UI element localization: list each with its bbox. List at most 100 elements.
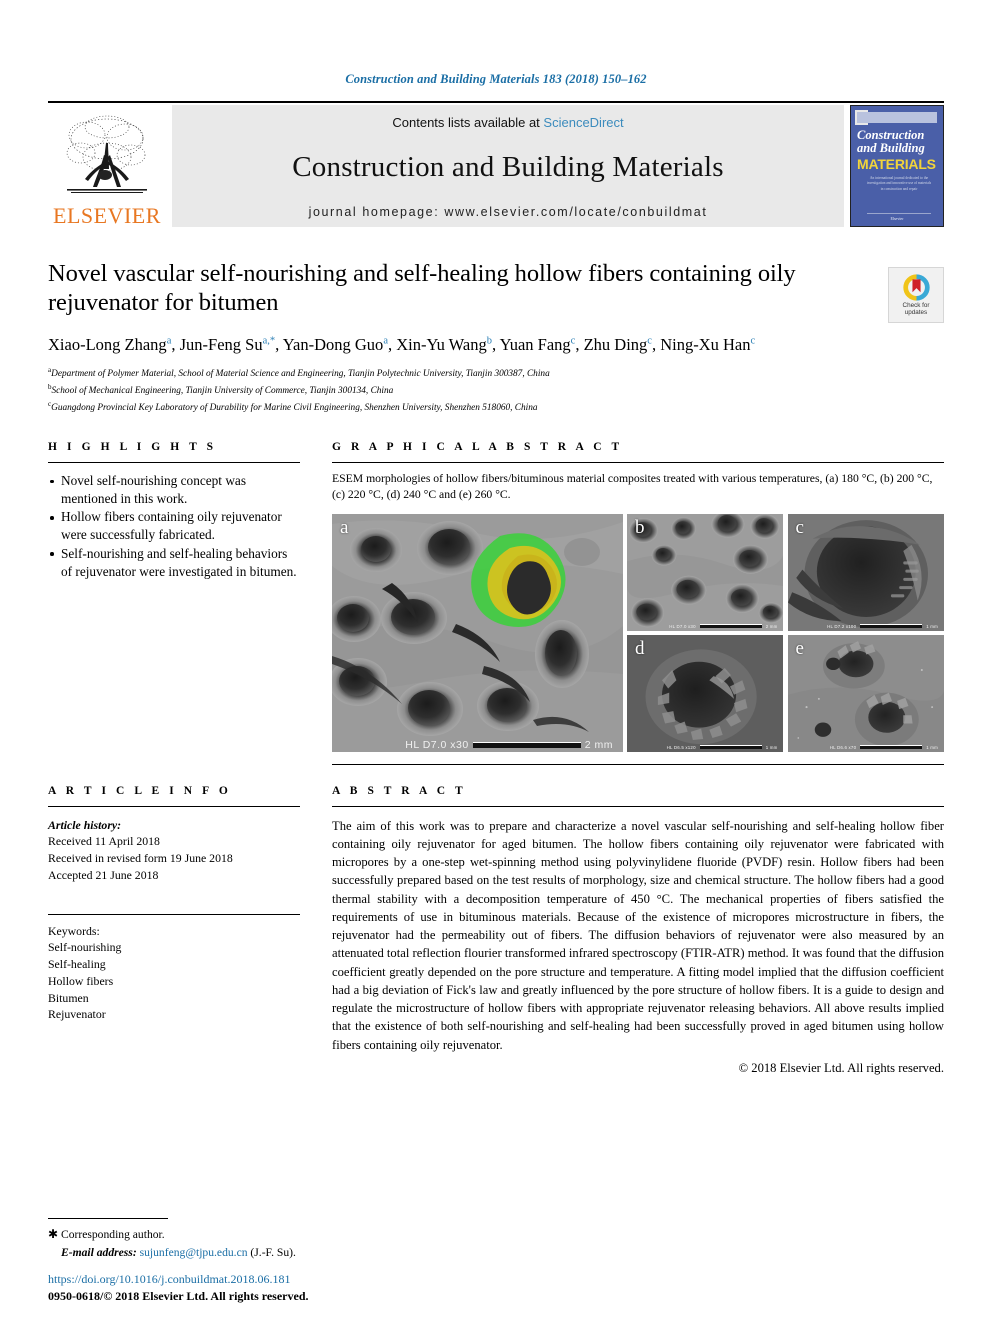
elsevier-tree-icon <box>66 115 147 193</box>
scale-bar-line-e <box>860 745 923 750</box>
highlights-heading: H I G H L I G H T S <box>48 441 217 454</box>
panel-label-c: c <box>795 516 804 538</box>
elsevier-wordmark: ELSEVIER <box>53 203 161 228</box>
scale-bar-line-d <box>699 745 762 750</box>
masthead-center: Contents lists available at ScienceDirec… <box>172 105 844 227</box>
sem-panel-b: b HL D7.0 x30 2 mm <box>627 513 784 631</box>
keywords-block: Keywords: Self-nourishing Self-healing H… <box>48 923 300 1024</box>
column-gap <box>300 441 332 765</box>
scale-meta-e: HL D6.6 x70 <box>829 744 857 750</box>
highlights-section: H I G H L I G H T S Novel self-nourishin… <box>48 441 300 765</box>
scale-meta-d: HL D6.5 x120 <box>666 744 696 750</box>
scale-bar-line-a <box>472 741 581 748</box>
keyword-item: Rejuvenator <box>48 1007 106 1022</box>
article-info-divider <box>48 805 300 807</box>
scale-bar-line-c <box>860 624 923 629</box>
scale-value-e: 1 mm <box>926 744 938 750</box>
panel-label-d: d <box>635 637 645 659</box>
cover-title-line3: MATERIALS <box>857 156 936 172</box>
graphical-abstract-caption: ESEM morphologies of hollow fibers/bitum… <box>332 472 933 501</box>
contents-line: Contents lists available at ScienceDirec… <box>392 115 623 130</box>
sciencedirect-link[interactable]: ScienceDirect <box>543 115 623 130</box>
graphical-abstract-section: G R A P H I C A L A B S T R A C T ESEM m… <box>332 441 944 765</box>
title-block: Novel vascular self-nourishing and self-… <box>48 259 944 415</box>
issn-copyright-line: 0950-0618/© 2018 Elsevier Ltd. All right… <box>48 1288 309 1303</box>
footnote-block: ✱ Corresponding author. E-mail address: … <box>48 1218 448 1261</box>
highlight-item: Hollow fibers containing oily rejuvenato… <box>48 508 300 543</box>
graphical-abstract-figure: a HL D7.0 x30 2 mm b HL D7.0 x30 2 mm c … <box>332 513 945 752</box>
scale-meta-a: HL D7.0 x30 <box>405 738 469 751</box>
scale-value-c: 1 mm <box>926 623 938 629</box>
email-label: E-mail address: <box>61 1245 137 1259</box>
email-suffix: (J.-F. Su). <box>250 1245 296 1259</box>
sem-image-c <box>787 513 944 631</box>
doi-link[interactable]: https://doi.org/10.1016/j.conbuildmat.20… <box>48 1271 309 1288</box>
affiliation-list: aDepartment of Polymer Material, School … <box>48 365 944 415</box>
scale-value-d: 1 mm <box>765 744 778 750</box>
scale-bar-e: HL D6.6 x70 1 mm <box>830 745 938 750</box>
affiliation-text: School of Mechanical Engineering, Tianji… <box>51 386 394 397</box>
affiliation-item: cGuangdong Provincial Key Laboratory of … <box>48 399 944 416</box>
affiliation-text: Guangdong Provincial Key Laboratory of D… <box>51 402 538 413</box>
abstract-text: The aim of this work was to prepare and … <box>332 818 944 1052</box>
footnote-divider <box>48 1218 168 1220</box>
crossmark-icon <box>902 274 930 301</box>
affiliation-text: Department of Polymer Material, School o… <box>51 369 550 380</box>
crossmark-label: Check for updates <box>902 301 930 316</box>
cover-title-line2: and Building <box>857 141 925 155</box>
keyword-item: Self-nourishing <box>48 940 122 955</box>
elsevier-logo: ELSEVIER <box>48 103 166 229</box>
sem-panel-row-top: b HL D7.0 x30 2 mm c HL D7.2 x100 1 mm <box>627 513 944 631</box>
scale-bar-b: HL D7.0 x30 2 mm <box>669 624 777 629</box>
journal-homepage-link[interactable]: journal homepage: www.elsevier.com/locat… <box>309 205 708 219</box>
keywords-divider <box>48 913 300 915</box>
footnote-body: ✱ Corresponding author. E-mail address: … <box>48 1225 448 1261</box>
scale-value-b: 2 mm <box>765 623 778 629</box>
cover-divider <box>867 213 931 214</box>
sem-image-b <box>627 513 784 631</box>
doi-block: https://doi.org/10.1016/j.conbuildmat.20… <box>48 1271 309 1305</box>
sem-panel-stack: b HL D7.0 x30 2 mm c HL D7.2 x100 1 mm d… <box>627 513 945 752</box>
column-gap-2 <box>300 785 332 1076</box>
abstract-copyright: © 2018 Elsevier Ltd. All rights reserved… <box>738 1060 944 1075</box>
scale-value-a: 2 mm <box>584 738 613 751</box>
article-title: Novel vascular self-nourishing and self-… <box>48 260 796 317</box>
panel-label-e: e <box>795 637 804 659</box>
corresponding-author-note: ✱ Corresponding author. <box>48 1225 448 1243</box>
contents-prefix: Contents lists available at <box>392 115 540 130</box>
journal-cover-thumbnail: Construction and Building MATERIALS An i… <box>850 105 944 227</box>
cover-top-bar <box>857 112 937 123</box>
keywords-label: Keywords: <box>48 923 100 938</box>
graphical-abstract-divider <box>332 462 944 464</box>
article-info-heading: A R T I C L E I N F O <box>48 784 232 797</box>
cover-blurb: An international journal dedicated to th… <box>866 176 932 191</box>
highlight-item: Self-nourishing and self-healing behavio… <box>48 545 300 580</box>
graphical-abstract-heading: G R A P H I C A L A B S T R A C T <box>332 441 623 454</box>
highlights-list: Novel self-nourishing concept was mentio… <box>48 472 300 580</box>
panel-label-a: a <box>340 516 349 538</box>
keyword-item: Self-healing <box>48 957 106 972</box>
scale-bar-d: HL D6.5 x120 1 mm <box>667 745 778 750</box>
highlights-divider <box>48 462 300 464</box>
sem-panel-row-bottom: d HL D6.5 x120 1 mm e HL D6.6 x70 1 mm <box>627 634 945 752</box>
scale-meta-c: HL D7.2 x100 <box>827 623 857 629</box>
sem-panel-d: d HL D6.5 x120 1 mm <box>627 634 784 752</box>
email-link[interactable]: sujunfeng@tjpu.edu.cn <box>140 1246 248 1259</box>
sem-image-e <box>787 634 944 752</box>
scale-bar-line-b <box>699 624 762 629</box>
crossmark-badge[interactable]: Check for updates <box>888 267 944 323</box>
article-history-item: Accepted 21 June 2018 <box>48 867 159 882</box>
highlight-item: Novel self-nourishing concept was mentio… <box>48 472 300 507</box>
journal-article-page: Construction and Building Materials 183 … <box>0 0 992 1323</box>
abstract-divider <box>332 805 944 807</box>
cover-publisher: Elsevier <box>890 216 904 221</box>
scale-bar-a: HL D7.0 x30 2 mm <box>405 739 613 751</box>
article-history-item: Received in revised form 19 June 2018 <box>48 851 233 866</box>
sem-panel-e: e HL D6.6 x70 1 mm <box>787 634 945 752</box>
abstract-section: A B S T R A C T The aim of this work was… <box>332 785 944 1076</box>
scale-bar-c: HL D7.2 x100 1 mm <box>827 624 938 629</box>
affiliation-item: bSchool of Mechanical Engineering, Tianj… <box>48 382 944 399</box>
article-info-section: A R T I C L E I N F O Article history: R… <box>48 785 300 1076</box>
info-abstract-row: A R T I C L E I N F O Article history: R… <box>48 785 944 1076</box>
abstract-heading: A B S T R A C T <box>332 784 467 797</box>
